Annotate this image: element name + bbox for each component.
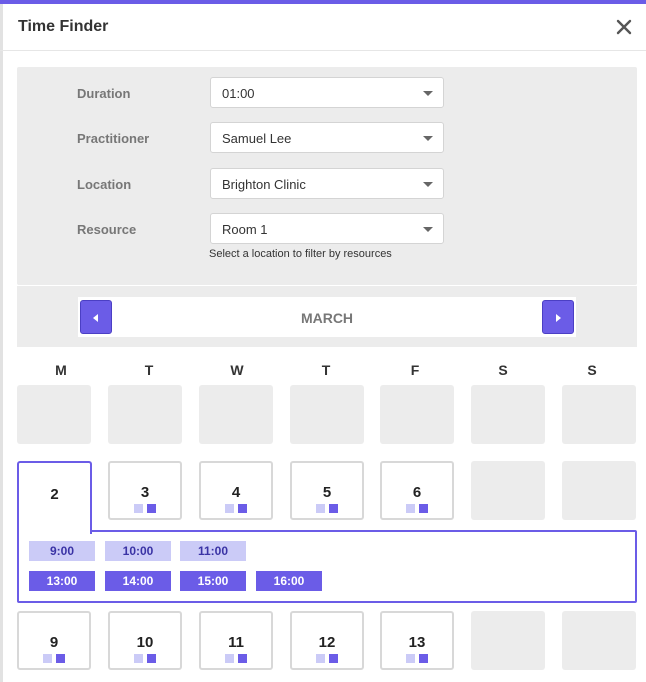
availability-indicator <box>382 654 452 663</box>
availability-indicator <box>19 654 89 663</box>
weekday-header: T <box>321 362 331 378</box>
availability-indicator <box>201 654 271 663</box>
weekday-header: T <box>144 362 154 378</box>
time-slot-panel: 9:00 10:00 11:00 13:00 14:00 15:00 16:00 <box>17 530 637 603</box>
close-icon[interactable] <box>612 15 636 39</box>
day-cell[interactable]: 5 <box>290 461 364 520</box>
day-cell[interactable]: 9 <box>17 611 91 670</box>
empty-day-cell <box>108 385 182 444</box>
chevron-down-icon <box>423 136 433 141</box>
resource-label: Resource <box>77 222 137 237</box>
next-month-button[interactable] <box>542 300 574 334</box>
day-cell[interactable]: 6 <box>380 461 454 520</box>
empty-day-cell <box>471 611 545 670</box>
location-select[interactable]: Brighton Clinic <box>210 168 444 199</box>
empty-day-cell <box>471 461 545 520</box>
weekday-header: S <box>587 362 597 378</box>
time-slot[interactable]: 14:00 <box>105 571 171 591</box>
chevron-down-icon <box>423 182 433 187</box>
resource-row: Resource Room 1 <box>17 213 637 247</box>
day-cell[interactable]: 4 <box>199 461 273 520</box>
day-cell[interactable]: 13 <box>380 611 454 670</box>
location-value: Brighton Clinic <box>222 177 306 192</box>
month-bar: MARCH <box>78 297 576 337</box>
location-label: Location <box>77 177 132 192</box>
time-slot[interactable]: 16:00 <box>256 571 322 591</box>
practitioner-row: Practitioner Samuel Lee <box>17 122 637 156</box>
dialog-header: Time Finder <box>0 4 646 51</box>
resource-value: Room 1 <box>222 222 268 237</box>
empty-day-cell <box>199 385 273 444</box>
duration-value: 01:00 <box>222 86 255 101</box>
day-number: 6 <box>412 484 422 501</box>
day-cell[interactable]: 10 <box>108 611 182 670</box>
day-number: 4 <box>231 484 241 501</box>
empty-day-cell <box>562 461 636 520</box>
background-edge <box>0 4 3 682</box>
chevron-down-icon <box>423 91 433 96</box>
empty-day-cell <box>380 385 454 444</box>
practitioner-select[interactable]: Samuel Lee <box>210 122 444 153</box>
duration-label: Duration <box>77 86 131 101</box>
day-number: 3 <box>140 484 150 501</box>
duration-row: Duration 01:00 <box>17 77 637 111</box>
day-cell[interactable]: 12 <box>290 611 364 670</box>
day-cell[interactable]: 11 <box>199 611 273 670</box>
time-slot[interactable]: 11:00 <box>180 541 246 561</box>
time-slot[interactable]: 13:00 <box>29 571 95 591</box>
resource-hint: Select a location to filter by resources <box>209 248 392 260</box>
day-cell[interactable]: 3 <box>108 461 182 520</box>
day-number: 2 <box>50 486 59 503</box>
time-slot[interactable]: 15:00 <box>180 571 246 591</box>
dialog-title: Time Finder <box>18 18 109 35</box>
time-slot[interactable]: 10:00 <box>105 541 171 561</box>
month-navigator: MARCH <box>17 286 637 347</box>
chevron-down-icon <box>423 227 433 232</box>
weekday-header: F <box>410 362 420 378</box>
day-number: 5 <box>322 484 332 501</box>
weekday-header: W <box>230 362 244 378</box>
resource-select[interactable]: Room 1 <box>210 213 444 244</box>
chevron-right-icon <box>556 314 561 322</box>
day-number: 11 <box>228 634 244 651</box>
empty-day-cell <box>562 385 636 444</box>
empty-day-cell <box>290 385 364 444</box>
availability-indicator <box>110 504 180 513</box>
day-number: 10 <box>136 634 154 651</box>
location-row: Location Brighton Clinic <box>17 168 637 202</box>
filter-panel: Duration 01:00 Practitioner Samuel Lee L… <box>17 67 637 285</box>
month-label: MARCH <box>300 310 354 326</box>
time-slot[interactable]: 9:00 <box>29 541 95 561</box>
day-number: 9 <box>49 634 59 651</box>
empty-day-cell <box>562 611 636 670</box>
day-cell-selected[interactable]: 2 <box>17 461 92 534</box>
duration-select[interactable]: 01:00 <box>210 77 444 108</box>
day-number: 12 <box>318 634 336 651</box>
availability-indicator <box>292 504 362 513</box>
availability-indicator <box>201 504 271 513</box>
practitioner-value: Samuel Lee <box>222 131 292 146</box>
weekday-header: M <box>55 362 67 378</box>
empty-day-cell <box>17 385 91 444</box>
weekday-header: S <box>498 362 508 378</box>
availability-indicator <box>110 654 180 663</box>
day-number: 13 <box>408 634 426 651</box>
availability-indicator <box>292 654 362 663</box>
practitioner-label: Practitioner <box>77 131 150 146</box>
empty-day-cell <box>471 385 545 444</box>
availability-indicator <box>382 504 452 513</box>
